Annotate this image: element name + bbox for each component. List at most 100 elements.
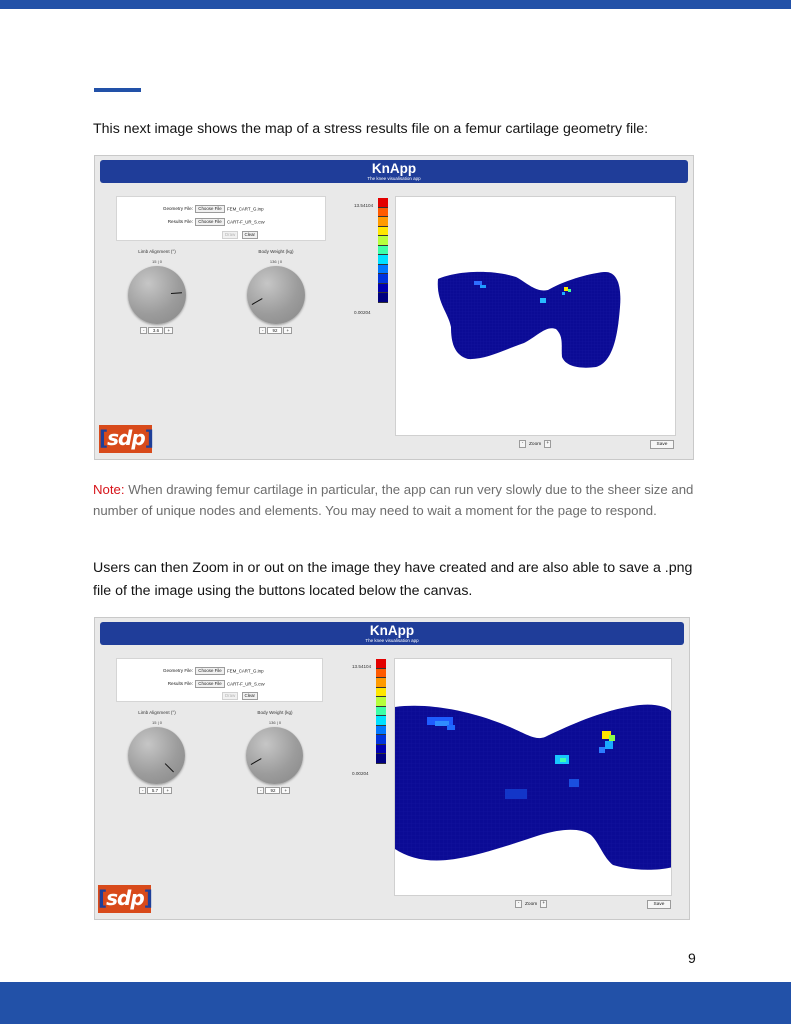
save-button[interactable]: Save	[650, 440, 674, 449]
color-scale-swatch	[378, 236, 388, 246]
limb-alignment-label: Limb Alignment (°)	[138, 249, 176, 254]
intro-paragraph: This next image shows the map of a stres…	[93, 121, 649, 137]
results-file-label: Results File:	[167, 680, 193, 686]
geometry-file-name: FEM_CART_G.inp	[227, 668, 264, 674]
results-choose-file-button[interactable]: Choose File	[195, 218, 225, 226]
clear-button[interactable]: Clear	[241, 231, 259, 239]
knapp-screenshot-1: KnApp The knee visualisation app Geometr…	[94, 155, 694, 460]
color-scale-swatch	[378, 207, 388, 217]
limb-alignment-knob[interactable]	[128, 727, 185, 784]
bottom-footer-bar	[0, 982, 791, 1024]
limb-decrement-button[interactable]: -	[140, 327, 148, 334]
limb-increment-button[interactable]: +	[163, 787, 173, 794]
limb-decrement-button[interactable]: -	[139, 787, 147, 794]
body-weight-stepper: -92 +	[257, 787, 291, 794]
results-file-row: Results File: Choose File CART-F_UR_S.cs…	[127, 680, 265, 688]
stress-hotspot	[474, 281, 482, 285]
clear-button[interactable]: Clear	[241, 692, 259, 700]
color-scale	[378, 198, 388, 303]
color-scale-swatch	[376, 668, 386, 678]
app-subtitle: The knee visualisation app	[367, 176, 421, 181]
zoom-out-button[interactable]: -	[515, 900, 522, 908]
body-weight-label: Body Weight (kg)	[258, 249, 294, 254]
zoom-control: - Zoom +	[515, 900, 548, 908]
knapp-screenshot-2: KnApp The knee visualisation app Geometr…	[94, 617, 690, 920]
zoom-label: Zoom	[529, 441, 542, 447]
limb-increment-button[interactable]: +	[164, 327, 174, 334]
femur-cartilage-render	[437, 271, 621, 368]
app-title: KnApp	[371, 161, 417, 176]
color-scale-swatch	[378, 255, 388, 265]
draw-clear-row: Draw Clear	[221, 231, 259, 239]
results-choose-file-button[interactable]: Choose File	[195, 680, 225, 688]
app-title: KnApp	[369, 623, 415, 638]
limb-alignment-range: 15 | 0	[152, 720, 162, 725]
color-scale-swatch	[376, 754, 386, 764]
geometry-file-label: Geometry File:	[162, 205, 193, 211]
color-scale-swatch	[378, 293, 388, 303]
body-weight-knob[interactable]	[247, 266, 305, 324]
knob-needle	[164, 763, 174, 773]
color-scale-swatch	[378, 274, 388, 284]
limb-alignment-range: 15 | 0	[152, 259, 162, 264]
zoom-save-paragraph: Users can then Zoom in or out on the ima…	[93, 560, 693, 599]
geometry-file-row: Geometry File: Choose File FEM_CART_G.in…	[127, 667, 264, 675]
limb-value-field[interactable]: 3.6	[148, 327, 164, 334]
draw-button[interactable]: Draw	[222, 231, 239, 239]
color-scale-swatch	[376, 725, 386, 735]
weight-value-field[interactable]: 92	[267, 327, 283, 334]
scale-max-label: 13.54104	[352, 664, 372, 669]
file-input-panel: Geometry File: Choose File FEM_CART_G.in…	[116, 196, 326, 241]
render-canvas[interactable]	[394, 658, 672, 896]
knob-needle	[250, 758, 262, 766]
zoom-label: Zoom	[525, 901, 538, 907]
weight-value-field[interactable]: 92	[265, 787, 281, 794]
note-label: Note:	[93, 482, 125, 497]
color-scale-swatch	[376, 697, 386, 707]
render-canvas[interactable]	[395, 196, 676, 436]
note-text: When drawing femur cartilage in particul…	[93, 482, 694, 518]
app-subtitle: The knee visualisation app	[365, 638, 419, 643]
color-scale-swatch	[376, 735, 386, 745]
scale-min-label: 0.00204	[352, 771, 369, 776]
geometry-choose-file-button[interactable]: Choose File	[195, 205, 225, 213]
save-button[interactable]: Save	[647, 900, 671, 909]
color-scale-swatch	[378, 217, 388, 227]
note-paragraph: Note: When drawing femur cartilage in pa…	[93, 480, 703, 522]
color-scale-swatch	[376, 678, 386, 688]
weight-increment-button[interactable]: +	[281, 787, 291, 794]
file-input-panel: Geometry File: Choose File FEM_CART_G.in…	[116, 658, 323, 702]
knob-needle	[251, 298, 263, 306]
section-accent-line	[94, 88, 141, 92]
draw-button[interactable]: Draw	[222, 692, 239, 700]
results-file-name: CART-F_UR_S.csv	[227, 681, 265, 687]
results-file-label: Results File:	[167, 218, 193, 224]
color-scale-swatch	[376, 659, 386, 669]
color-scale-swatch	[376, 744, 386, 754]
color-scale-swatch	[376, 716, 386, 726]
limb-value-field[interactable]: 5.7	[147, 787, 163, 794]
body-weight-stepper: -92 +	[259, 327, 293, 334]
color-scale-swatch	[378, 226, 388, 236]
weight-decrement-button[interactable]: -	[259, 327, 267, 334]
color-scale-swatch	[378, 264, 388, 274]
limb-alignment-stepper: -3.6 +	[140, 327, 174, 334]
scale-min-label: 0.00204	[354, 310, 371, 315]
body-weight-knob[interactable]	[246, 727, 303, 784]
weight-decrement-button[interactable]: -	[257, 787, 265, 794]
top-header-bar	[0, 0, 791, 9]
zoom-out-button[interactable]: -	[519, 440, 526, 448]
color-scale-swatch	[376, 706, 386, 716]
sdp-logo: [sdp]	[99, 425, 154, 453]
geometry-choose-file-button[interactable]: Choose File	[195, 667, 225, 675]
results-file-name: CART-F_UR_S.csv	[227, 219, 265, 225]
zoom-in-button[interactable]: +	[540, 900, 548, 908]
color-scale	[376, 659, 386, 764]
zoom-in-button[interactable]: +	[544, 440, 552, 448]
color-scale-swatch	[378, 245, 388, 255]
page-number: 9	[688, 950, 696, 966]
limb-alignment-knob[interactable]	[128, 266, 186, 324]
geometry-file-row: Geometry File: Choose File FEM_CART_G.in…	[127, 205, 264, 213]
weight-increment-button[interactable]: +	[283, 327, 293, 334]
app-header: KnApp The knee visualisation app	[100, 622, 684, 645]
